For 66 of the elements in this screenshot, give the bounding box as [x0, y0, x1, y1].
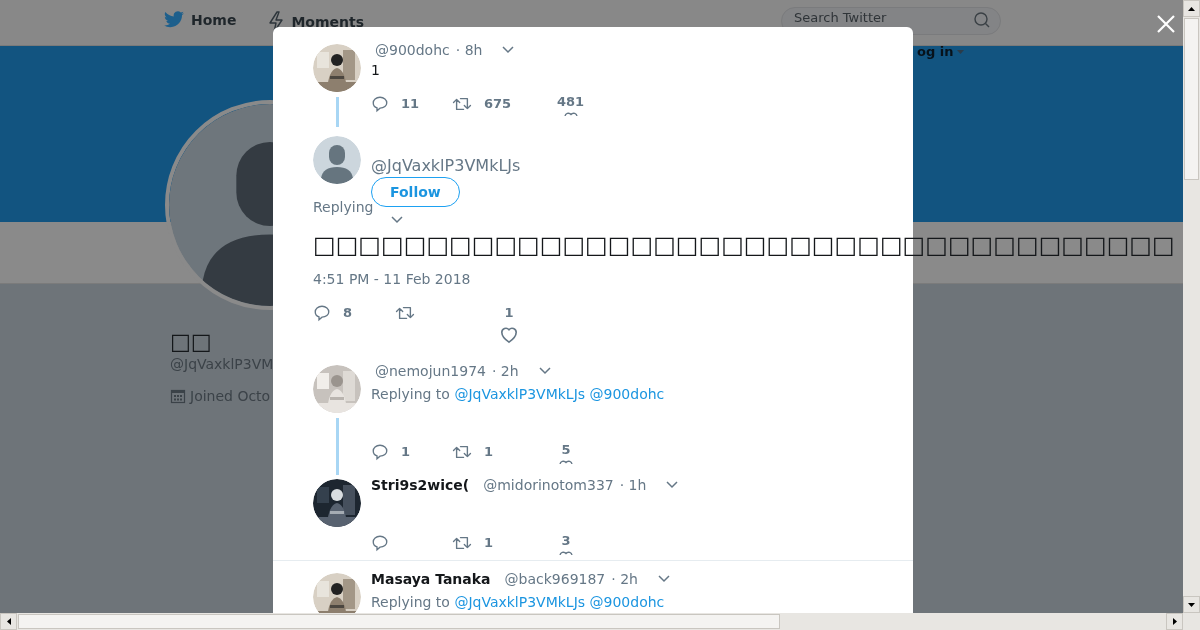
reply-count: 8	[343, 304, 353, 322]
user-handle[interactable]: @back969187	[504, 571, 606, 587]
user-handle[interactable]: @nemojun1974	[375, 363, 486, 379]
retweet-count: 1	[484, 534, 494, 552]
scroll-left-button[interactable]	[0, 613, 17, 630]
like-count: 5	[561, 441, 571, 459]
heart-icon[interactable]	[557, 460, 575, 464]
reply-count: 11	[401, 95, 420, 113]
retweet-icon[interactable]	[395, 304, 415, 322]
retweet-count: 675	[484, 95, 512, 113]
chevron-down-icon[interactable]	[666, 481, 679, 489]
nav-link[interactable]: Home	[163, 11, 237, 29]
tweet-text: 1	[371, 61, 381, 80]
close-icon[interactable]	[1156, 14, 1176, 34]
retweet-icon[interactable]	[452, 95, 472, 113]
replying-to-text: Replying to @JqVaxklP3VMkLJs @900dohc	[371, 385, 666, 404]
calendar-icon	[170, 388, 186, 404]
bird-icon	[163, 11, 185, 29]
search-icon[interactable]	[973, 11, 991, 29]
mention-link[interactable]: @900dohc	[589, 594, 665, 610]
reply-icon[interactable]	[371, 534, 389, 552]
triangle-right-icon	[1172, 618, 1177, 625]
tweet-text: □□□□□□□□□□□□□□□□□□□□□□□□□□□□□□□□□□□□□□	[313, 231, 1175, 259]
retweet-icon[interactable]	[452, 443, 472, 461]
mention-link[interactable]: @JqVaxklP3VMkLJs	[454, 594, 586, 610]
scroll-up-button[interactable]	[1183, 0, 1200, 17]
caret-icon	[957, 49, 965, 55]
mention-link[interactable]: @JqVaxklP3VMkLJs	[454, 386, 586, 402]
user-handle[interactable]: @900dohc	[375, 42, 450, 58]
tweet-time[interactable]: · 1h	[619, 477, 647, 493]
reply-icon[interactable]	[371, 443, 389, 461]
reply-icon[interactable]	[313, 304, 331, 322]
reply-count: 1	[401, 443, 411, 461]
scroll-right-button[interactable]	[1166, 613, 1183, 630]
user-handle[interactable]: @JqVaxklP3VMkLJs	[371, 156, 521, 175]
scroll-down-button[interactable]	[1183, 596, 1200, 613]
tweet-time[interactable]: · 8h	[455, 42, 483, 58]
triangle-down-icon	[1188, 602, 1195, 607]
tweet-timestamp: 4:51 PM - 11 Feb 2018	[313, 270, 472, 289]
scrollbar-thumb[interactable]	[18, 614, 780, 629]
tweet-time[interactable]: · 2h	[611, 571, 638, 587]
heart-icon[interactable]	[557, 551, 575, 555]
replying-to-text: Replying	[313, 199, 374, 215]
nav-link[interactable]: Moments	[267, 11, 365, 33]
profile-name: □□	[170, 330, 212, 354]
like-count: 1	[504, 304, 514, 322]
follow-button[interactable]: Follow	[371, 177, 460, 207]
chevron-down-icon[interactable]	[657, 575, 670, 583]
display-name[interactable]: Stri9s2wice(	[371, 477, 470, 493]
triangle-left-icon	[6, 618, 11, 625]
retweet-icon[interactable]	[452, 534, 472, 552]
user-handle[interactable]: @midorinotom337	[483, 477, 614, 493]
replying-to-text: Replying to @JqVaxklP3VMkLJs @900dohc	[371, 593, 666, 612]
reply-icon[interactable]	[371, 95, 389, 113]
chevron-down-icon[interactable]	[538, 367, 551, 375]
retweet-count: 1	[484, 443, 494, 461]
like-count: 3	[561, 532, 571, 550]
display-name[interactable]: Masaya Tanaka	[371, 571, 491, 587]
chevron-down-icon[interactable]	[502, 46, 515, 54]
chevron-down-icon[interactable]	[391, 216, 403, 224]
like-count: 481	[557, 93, 585, 111]
mention-link[interactable]: @900dohc	[589, 386, 665, 402]
heart-icon[interactable]	[500, 326, 518, 344]
triangle-up-icon	[1188, 6, 1195, 11]
scrollbar-thumb[interactable]	[1184, 18, 1199, 180]
tweet-time[interactable]: · 2h	[491, 363, 519, 379]
